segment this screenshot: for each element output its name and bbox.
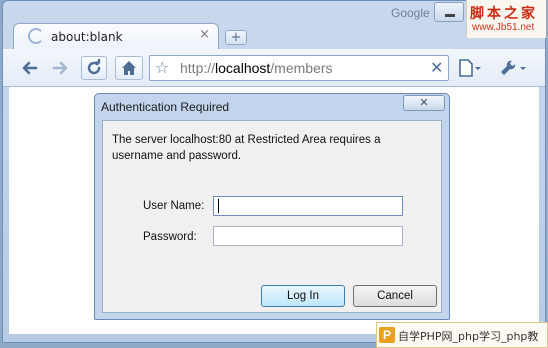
tab-title: about:blank <box>51 30 123 44</box>
password-label: Password: <box>143 231 197 243</box>
dialog-body: The server localhost:80 at Restricted Ar… <box>102 120 442 313</box>
star-icon[interactable]: ☆ <box>155 58 169 77</box>
watermark-logo-icon: P <box>379 327 395 343</box>
text-caret <box>218 199 219 213</box>
watermark-url: www.Jb51.net <box>472 22 535 33</box>
dialog-title: Authentication Required <box>101 100 230 114</box>
watermark-text: 自学PHP网_php学习_php教 <box>398 330 539 343</box>
minimize-icon <box>445 14 455 17</box>
address-bar[interactable]: ☆ http://localhost/members ✕ <box>149 55 449 81</box>
login-button[interactable]: Log In <box>261 285 345 307</box>
url-text[interactable]: http://localhost/members <box>180 60 333 76</box>
tab-about-blank[interactable]: about:blank × <box>13 23 219 49</box>
google-label: Google <box>391 6 430 20</box>
tab-close-icon[interactable]: × <box>199 27 210 42</box>
password-field[interactable] <box>213 226 403 246</box>
dialog-close-icon[interactable]: ✕ <box>403 95 445 111</box>
home-icon[interactable] <box>115 56 143 80</box>
minimize-button[interactable] <box>434 2 464 22</box>
page-menu-icon[interactable] <box>457 59 483 77</box>
watermark-chars: 脚本之家 <box>470 6 538 22</box>
cancel-button[interactable]: Cancel <box>353 285 437 307</box>
back-arrow-icon[interactable] <box>17 56 43 80</box>
reload-icon[interactable] <box>81 56 107 80</box>
new-tab-button[interactable]: + <box>225 30 247 45</box>
username-field[interactable] <box>213 196 403 216</box>
watermark-top: 脚本之家 www.Jb51.net <box>466 0 546 38</box>
stop-icon[interactable]: ✕ <box>430 58 443 77</box>
username-label: User Name: <box>143 200 205 212</box>
url-scheme: http:// <box>180 60 216 76</box>
url-path: /members <box>270 60 333 76</box>
auth-message: The server localhost:80 at Restricted Ar… <box>112 134 381 162</box>
watermark-bottom: P 自学PHP网_php学习_php教 <box>376 322 548 348</box>
toolbar: ☆ http://localhost/members ✕ <box>3 49 545 87</box>
forward-arrow-icon[interactable] <box>47 56 73 80</box>
loading-throbber-icon <box>28 28 44 44</box>
url-host: localhost <box>215 60 271 76</box>
auth-dialog: Authentication Required ✕ The server loc… <box>94 93 450 320</box>
wrench-icon[interactable] <box>499 59 529 77</box>
